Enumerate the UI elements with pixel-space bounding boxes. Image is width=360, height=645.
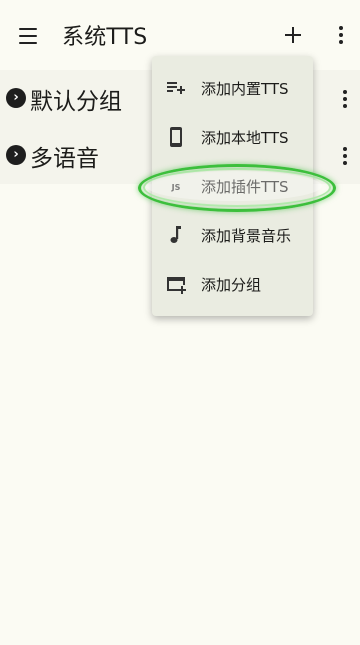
highlight-ring	[138, 164, 336, 212]
menu-item-label: 添加背景音乐	[201, 227, 292, 245]
more-vert-icon[interactable]	[338, 144, 350, 168]
hamburger-menu-icon[interactable]	[14, 22, 42, 50]
menu-item-add-builtin-tts[interactable]: 添加内置TTS	[152, 64, 313, 112]
page-title: 系统TTS	[62, 25, 148, 50]
menu-item-label: 添加分组	[201, 276, 262, 294]
playlist-add-icon	[167, 82, 185, 94]
menu-item-label: 添加内置TTS	[201, 80, 289, 98]
menu-item-add-local-tts[interactable]: 添加本地TTS	[152, 113, 313, 161]
add-card-icon	[167, 277, 186, 294]
more-vert-icon[interactable]	[334, 23, 346, 47]
phone-icon	[170, 127, 182, 147]
music-note-icon	[170, 226, 181, 243]
menu-item-add-background-music[interactable]: 添加背景音乐	[152, 211, 313, 259]
group-label: 默认分组	[30, 89, 122, 115]
menu-item-add-group[interactable]: 添加分组	[152, 260, 313, 308]
chevron-right-icon[interactable]: ›	[6, 145, 26, 165]
menu-item-label: 添加本地TTS	[201, 129, 289, 147]
add-button[interactable]	[280, 22, 306, 48]
group-label: 多语音	[30, 146, 99, 172]
chevron-right-icon[interactable]: ›	[6, 88, 26, 108]
more-vert-icon[interactable]	[338, 87, 350, 111]
